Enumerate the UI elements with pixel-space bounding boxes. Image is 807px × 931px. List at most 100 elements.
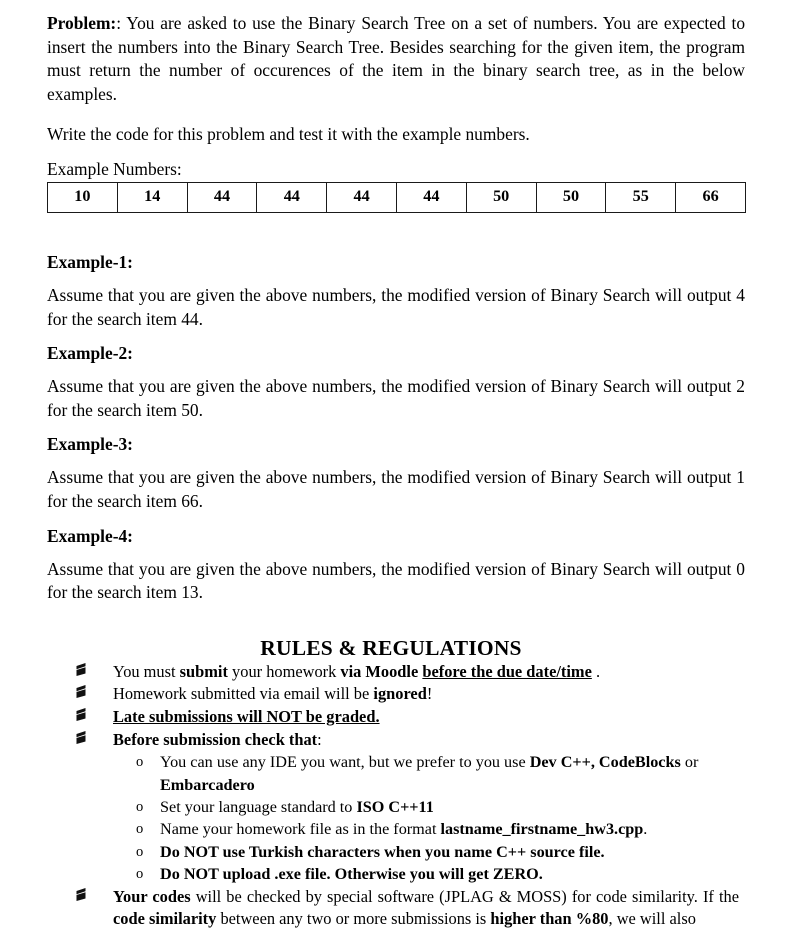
example-3-text-mid: for the search item — [47, 490, 182, 511]
circle-marker-icon: o — [136, 754, 144, 771]
rules-bullet-1-bold2: via Moodle — [340, 661, 419, 681]
number-cell-8: 55 — [605, 181, 677, 213]
example-2-text-mid: for the search item — [47, 399, 182, 420]
rules-title: RULES & REGULATIONS — [260, 635, 522, 660]
rules-bullet-4-seg2: : — [317, 729, 322, 749]
rules-bullet-5-content: Your codes will be checked by special so… — [113, 886, 739, 931]
number-cell-2: 44 — [186, 181, 258, 213]
problem-text: You are asked to use the Binary Search T… — [47, 13, 746, 104]
flag-marker-icon — [75, 730, 91, 746]
example-2-body: Assume that you are given the above numb… — [47, 375, 745, 422]
example-3-search-item: 66 — [181, 490, 199, 511]
example-numbers-table: 10 14 44 44 44 44 50 50 55 66 — [47, 181, 746, 213]
example-2-search-item: 50 — [181, 399, 199, 420]
example-1-text-mid: for the search item — [47, 308, 182, 329]
circle-marker-icon: o — [136, 798, 144, 815]
rules-sub-2-seg1: Set your language standard to — [160, 797, 357, 816]
rules-bullet-5-bold2: code similarity — [113, 909, 217, 929]
example-4-text-mid: for the search item — [47, 582, 182, 603]
rules-bullet-5-threshold: higher than %80 — [490, 909, 609, 929]
example-4-text-end: . — [198, 582, 203, 603]
example-4-search-item: 13 — [181, 582, 199, 603]
rules-sub-bullet-4: o Do NOT use Turkish characters when you… — [47, 841, 745, 863]
example-2-text-pre: Assume that you are given the above numb… — [47, 376, 737, 397]
table-label: Example Numbers: — [47, 158, 182, 179]
rules-bullet-5-bold1: Your codes — [113, 886, 191, 906]
rules-sub-2-bold1: ISO C++11 — [356, 797, 434, 816]
number-cell-1: 14 — [116, 181, 188, 213]
rules-sub-bullet-3: o Name your homework file as in the form… — [47, 818, 745, 840]
document-page: Problem:: You are asked to use the Binar… — [0, 0, 807, 928]
rules-bullet-1-seg2: your homework — [227, 661, 341, 681]
rules-bullet-1-due-date: before the due date/time — [422, 661, 592, 681]
number-cell-4: 44 — [326, 181, 397, 213]
rules-bullet-5-seg4: , we will also — [608, 909, 696, 929]
rules-sub-bullet-1-content: You can use any IDE you want, but we pre… — [160, 751, 745, 796]
example-3-body: Assume that you are given the above numb… — [47, 466, 745, 513]
rules-bullet-1-seg1: You must — [113, 661, 180, 681]
number-cell-6: 50 — [465, 181, 537, 213]
example-4-body: Assume that you are given the above numb… — [47, 558, 745, 605]
flag-marker-icon — [75, 887, 91, 903]
rules-sub-bullet-1: o You can use any IDE you want, but we p… — [47, 751, 745, 796]
table-row: 10 14 44 44 44 44 50 50 55 66 — [47, 181, 746, 213]
example-1-search-item: 44 — [181, 308, 199, 329]
example-1-text-end: . — [198, 308, 203, 329]
example-1-output-value: 4 — [736, 284, 745, 305]
number-cell-0: 10 — [47, 181, 118, 213]
number-cell-5: 44 — [395, 181, 467, 213]
circle-marker-icon: o — [136, 821, 144, 838]
example-1-body: Assume that you are given the above numb… — [47, 284, 745, 331]
example-4-output-value: 0 — [736, 558, 745, 579]
rules-bullet-5-seg2: will be checked by special software (JPL… — [190, 886, 739, 906]
rules-bullet-1-seg4: . — [591, 661, 601, 681]
number-cell-3: 44 — [256, 181, 328, 213]
rules-sub-1-seg1: You can use any IDE you want, but we pre… — [160, 753, 530, 772]
rules-bullet-2-seg1: Homework submitted via email will be — [113, 684, 374, 704]
number-cell-9: 66 — [675, 181, 746, 213]
rules-bullet-2-bold1: ignored — [373, 684, 427, 704]
rules-sub-4-text: Do NOT use Turkish characters when you n… — [160, 842, 605, 861]
example-3-text-pre: Assume that you are given the above numb… — [47, 467, 737, 488]
rules-sub-3-seg1: Name your homework file as in the format — [160, 820, 441, 839]
example-1-text-pre: Assume that you are given the above numb… — [47, 284, 737, 305]
flag-marker-icon — [75, 684, 91, 700]
rules-sub-bullet-5: o Do NOT upload .exe file. Otherwise you… — [47, 863, 745, 885]
instruction-line: Write the code for this problem and test… — [47, 124, 530, 145]
rules-sub-3-filename: lastname_firstname_hw3.cpp — [440, 820, 644, 839]
example-2-output-value: 2 — [736, 376, 745, 397]
problem-colon: : — [116, 13, 122, 33]
example-1-heading: Example-1: — [47, 251, 133, 272]
rules-final-bullet-list: Your codes will be checked by special so… — [47, 886, 745, 931]
rules-bullet-5-seg3: between any two or more submissions is — [216, 909, 491, 929]
rules-bullet-list: You must submit your homework via Moodle… — [47, 661, 745, 751]
rules-bullet-4-bold1: Before submission check that — [113, 729, 318, 749]
number-cell-7: 50 — [535, 181, 607, 213]
example-3-text-end: . — [198, 490, 203, 511]
example-2-text-end: . — [198, 399, 203, 420]
circle-marker-icon: o — [136, 866, 144, 883]
rules-bullet-3-text: Late submissions will NOT be graded. — [113, 706, 380, 726]
example-4-text-pre: Assume that you are given the above numb… — [47, 558, 737, 579]
problem-label: Problem: — [47, 13, 117, 33]
rules-bullet-2: Homework submitted via email will be ign… — [47, 683, 745, 706]
example-3-output-value: 1 — [736, 467, 745, 488]
circle-marker-icon: o — [136, 843, 144, 860]
problem-paragraph: Problem:: You are asked to use the Binar… — [47, 12, 745, 106]
rules-bullet-5: Your codes will be checked by special so… — [47, 886, 745, 931]
rules-bullet-4: Before submission check that: — [47, 729, 745, 752]
flag-marker-icon — [75, 707, 91, 723]
example-4-heading: Example-4: — [47, 525, 133, 546]
rules-sub-1-seg2: or — [680, 753, 699, 772]
rules-sub-1-bold1: Dev C++, CodeBlocks — [529, 753, 681, 772]
rules-bullet-1-bold1: submit — [179, 661, 228, 681]
rules-sub-1-bold2: Embarcadero — [160, 775, 255, 794]
